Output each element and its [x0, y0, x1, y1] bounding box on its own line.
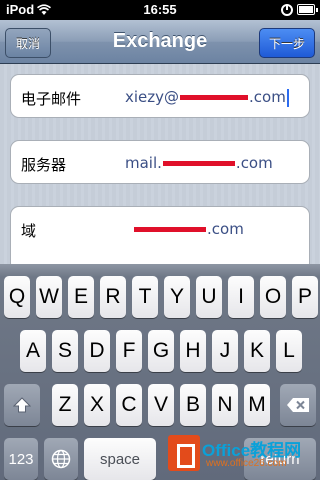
key-a[interactable]: A	[20, 330, 46, 372]
server-value-prefix: mail.	[125, 154, 162, 172]
key-i[interactable]: I	[228, 276, 254, 318]
space-key[interactable]: space	[84, 438, 156, 480]
redaction-mark	[162, 161, 235, 166]
backspace-key[interactable]	[280, 384, 316, 426]
key-x[interactable]: X	[84, 384, 110, 426]
account-form: 电子邮件 xiezy@ .com 服务器 mail. .com 域 .com	[0, 64, 320, 272]
key-y[interactable]: Y	[164, 276, 190, 318]
redaction-mark	[180, 95, 249, 100]
globe-key[interactable]	[44, 438, 78, 480]
shift-arrow-icon	[13, 397, 31, 413]
email-value-suffix: .com	[249, 88, 286, 106]
key-o[interactable]: O	[260, 276, 286, 318]
key-v[interactable]: V	[148, 384, 174, 426]
backspace-icon	[287, 398, 309, 412]
server-value-suffix: .com	[235, 154, 273, 172]
watermark: Office教程网 www.office26.com	[160, 430, 320, 480]
battery-icon	[297, 4, 318, 15]
text-cursor	[286, 88, 289, 107]
key-p[interactable]: P	[292, 276, 318, 318]
key-k[interactable]: K	[244, 330, 270, 372]
key-j[interactable]: J	[212, 330, 238, 372]
email-value[interactable]: xiezy@ .com	[125, 88, 289, 107]
status-time: 16:55	[143, 2, 177, 17]
key-n[interactable]: N	[212, 384, 238, 426]
numbers-key[interactable]: 123	[4, 438, 38, 480]
key-q[interactable]: Q	[4, 276, 30, 318]
office-logo-icon	[168, 435, 200, 471]
next-button[interactable]: 下一步	[259, 28, 315, 58]
server-field[interactable]: 服务器 mail. .com	[10, 140, 310, 184]
status-bar: iPod 16:55	[0, 0, 320, 20]
navigation-bar: 取消 Exchange 下一步	[0, 20, 320, 64]
watermark-url: www.office26.com	[206, 458, 287, 469]
key-f[interactable]: F	[116, 330, 142, 372]
server-value[interactable]: mail. .com	[125, 154, 273, 172]
key-g[interactable]: G	[148, 330, 174, 372]
email-label: 电子邮件	[21, 90, 82, 108]
key-u[interactable]: U	[196, 276, 222, 318]
key-t[interactable]: T	[132, 276, 158, 318]
email-value-prefix: xiezy@	[125, 88, 180, 106]
key-m[interactable]: M	[244, 384, 270, 426]
key-l[interactable]: L	[276, 330, 302, 372]
key-h[interactable]: H	[180, 330, 206, 372]
alarm-clock-icon	[281, 4, 293, 16]
redaction-mark	[134, 227, 206, 232]
shift-key[interactable]	[4, 384, 40, 426]
key-d[interactable]: D	[84, 330, 110, 372]
key-e[interactable]: E	[68, 276, 94, 318]
domain-value[interactable]: .com	[133, 220, 244, 238]
domain-value-suffix: .com	[207, 220, 244, 238]
key-z[interactable]: Z	[52, 384, 78, 426]
domain-label: 域	[21, 222, 37, 240]
globe-icon	[51, 449, 71, 469]
domain-field[interactable]: 域 .com	[10, 206, 310, 272]
key-s[interactable]: S	[52, 330, 78, 372]
server-label: 服务器	[21, 156, 67, 174]
key-w[interactable]: W	[36, 276, 62, 318]
key-r[interactable]: R	[100, 276, 126, 318]
key-c[interactable]: C	[116, 384, 142, 426]
key-b[interactable]: B	[180, 384, 206, 426]
email-field[interactable]: 电子邮件 xiezy@ .com	[10, 74, 310, 118]
